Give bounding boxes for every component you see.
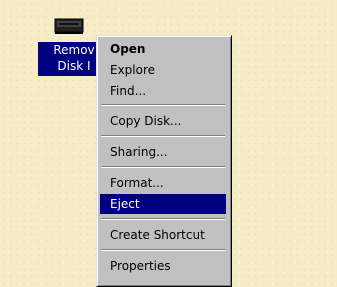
menu-item-properties[interactable]: Properties — [100, 256, 226, 276]
menu-separator — [101, 166, 225, 168]
menu-item-copy-disk[interactable]: Copy Disk... — [100, 111, 226, 131]
menu-item-format[interactable]: Format... — [100, 173, 226, 193]
context-menu: Open Explore Find... Copy Disk... Sharin… — [96, 35, 232, 287]
menu-item-explore[interactable]: Explore — [100, 60, 226, 80]
menu-separator — [101, 249, 225, 251]
menu-item-create-shortcut[interactable]: Create Shortcut — [100, 225, 226, 245]
menu-separator — [101, 104, 225, 106]
menu-separator — [101, 218, 225, 220]
menu-item-open[interactable]: Open — [100, 39, 226, 59]
menu-item-find[interactable]: Find... — [100, 81, 226, 101]
menu-item-eject[interactable]: Eject — [100, 194, 226, 214]
menu-item-sharing[interactable]: Sharing... — [100, 142, 226, 162]
removable-disk-icon[interactable] — [54, 14, 84, 36]
menu-separator — [101, 135, 225, 137]
